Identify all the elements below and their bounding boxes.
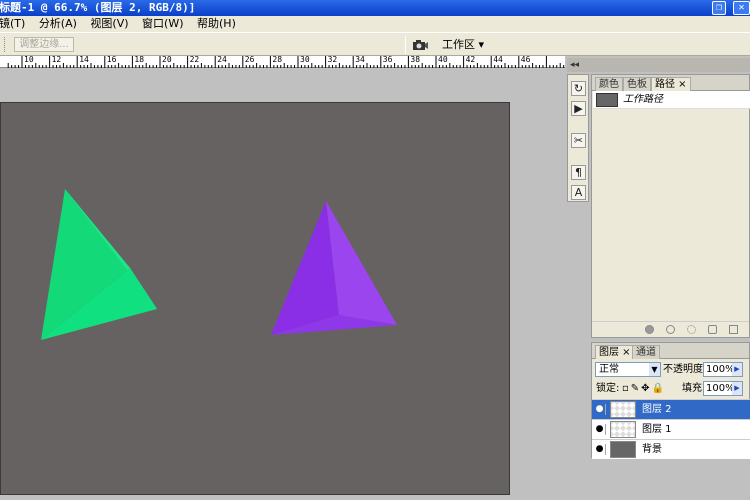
ruler-label: 38: [410, 55, 421, 64]
close-button[interactable]: ✕: [733, 1, 750, 15]
tab-paths[interactable]: 路径 ×: [651, 77, 691, 91]
ruler-label: 32: [327, 55, 338, 64]
workspace-menu[interactable]: 工作区 ▾: [442, 37, 484, 53]
blend-mode-select[interactable]: 正常 ▼: [595, 362, 661, 377]
fill-label: 填充:: [682, 383, 706, 394]
collapsed-panel-strip: ↻ ▶ ✂ ¶ A: [567, 74, 589, 202]
ruler-label: 34: [355, 55, 365, 64]
eye-icon[interactable]: ●: [594, 444, 606, 455]
document-canvas[interactable]: [0, 102, 510, 495]
lock-icons[interactable]: ▫✎✥🔒: [622, 381, 666, 396]
fill-value: 100%: [706, 383, 735, 394]
collapse-dock-icon[interactable]: ◂◂: [570, 58, 579, 72]
make-work-path-icon[interactable]: [708, 325, 717, 334]
ruler-label: 20: [162, 55, 172, 64]
layers-panel: 图层 × 通道 正常 ▼ 不透明度: 100% ▶ 锁定: ▫✎✥🔒 填充: 1…: [591, 342, 750, 459]
menu-window[interactable]: 窗口(W): [142, 16, 183, 32]
paragraph-icon[interactable]: ¶: [571, 165, 586, 180]
options-bar: 调整边缘... 工作区 ▾: [0, 32, 750, 56]
eye-icon[interactable]: ●: [594, 424, 606, 435]
options-grip[interactable]: [4, 37, 6, 52]
title-bar: 未标题-1 @ 66.7% (图层 2, RGB/8)] ❐ ✕: [0, 0, 750, 16]
actions-icon[interactable]: ▶: [571, 101, 586, 116]
layer-name: 图层 2: [642, 404, 672, 415]
work-path-row[interactable]: 工作路径: [593, 91, 750, 109]
tab-color[interactable]: 颜色: [595, 77, 623, 91]
tab-channels[interactable]: 通道: [632, 345, 660, 359]
camera-icon[interactable]: [412, 39, 428, 51]
chevron-right-icon[interactable]: ▶: [732, 382, 742, 395]
character-icon[interactable]: A: [571, 185, 586, 200]
tab-swatches[interactable]: 色板: [623, 77, 651, 91]
fill-path-icon[interactable]: [645, 325, 654, 334]
history-icon[interactable]: ↻: [571, 81, 586, 96]
layer-row-layer-2[interactable]: ● 图层 2: [592, 399, 750, 419]
layer-thumbnail: [610, 441, 636, 458]
layer-name: 图层 1: [642, 424, 672, 435]
layer-row-layer-1[interactable]: ● 图层 1: [592, 419, 750, 439]
ruler-label: 30: [300, 55, 310, 64]
ruler-label: 10: [24, 55, 34, 64]
menu-filter[interactable]: 滤镜(T): [0, 16, 25, 32]
new-path-icon[interactable]: [729, 325, 738, 334]
menu-view[interactable]: 视图(V): [90, 16, 128, 32]
opacity-label: 不透明度:: [663, 364, 707, 375]
ruler-label: 24: [217, 55, 227, 64]
paths-panel-tabs: 颜色 色板 路径 ×: [592, 75, 749, 91]
photoshop-window: 未标题-1 @ 66.7% (图层 2, RGB/8)] ❐ ✕ 滤镜(T) 分…: [0, 0, 750, 500]
ruler-label: 14: [79, 55, 89, 64]
lock-label: 锁定:: [596, 383, 620, 394]
fill-field[interactable]: 100% ▶: [703, 381, 743, 396]
paths-panel: 颜色 色板 路径 × 工作路径: [591, 74, 750, 338]
window-title: 未标题-1 @ 66.7% (图层 2, RGB/8)]: [0, 1, 196, 14]
tab-layers[interactable]: 图层 ×: [595, 345, 635, 359]
path-thumbnail: [596, 93, 618, 107]
layers-panel-tabs: 图层 × 通道: [592, 343, 749, 359]
green-pyramid[interactable]: [41, 189, 157, 340]
ruler-label: 16: [106, 55, 117, 64]
purple-pyramid[interactable]: [271, 201, 397, 335]
ruler-label: 46: [520, 55, 531, 64]
layer-row-background[interactable]: ● 背景: [592, 439, 750, 459]
chevron-down-icon: ▼: [649, 363, 660, 376]
stroke-path-icon[interactable]: [666, 325, 675, 334]
ruler-label: 42: [465, 55, 476, 64]
work-path-name: 工作路径: [623, 94, 663, 105]
ruler-label: 40: [438, 55, 448, 64]
menu-analysis[interactable]: 分析(A): [39, 16, 77, 32]
ruler-label: 22: [189, 55, 200, 64]
ruler-label: 26: [244, 55, 255, 64]
ruler-label: 18: [134, 55, 145, 64]
restore-button[interactable]: ❐: [712, 1, 726, 15]
menu-help[interactable]: 帮助(H): [197, 16, 236, 32]
options-divider: [405, 36, 406, 54]
paths-panel-footer: [592, 321, 749, 337]
refine-edge-button[interactable]: 调整边缘...: [14, 37, 74, 52]
layer-thumbnail: [610, 421, 636, 438]
blend-mode-value: 正常: [599, 364, 619, 375]
ruler-label: 36: [382, 55, 393, 64]
load-selection-icon[interactable]: [687, 325, 696, 334]
eye-icon[interactable]: ●: [594, 404, 606, 415]
opacity-value: 100%: [706, 364, 735, 375]
dock-header[interactable]: ◂◂: [567, 58, 750, 72]
tool-presets-icon[interactable]: ✂: [571, 133, 586, 148]
opacity-field[interactable]: 100% ▶: [703, 362, 743, 377]
layer-name: 背景: [642, 444, 662, 455]
canvas-artwork: [41, 189, 397, 340]
ruler-label: 12: [51, 55, 62, 64]
menu-bar: 滤镜(T) 分析(A) 视图(V) 窗口(W) 帮助(H): [0, 16, 750, 32]
layer-thumbnail: [610, 401, 636, 418]
horizontal-ruler[interactable]: 10 12 14 16 18 20 22 24 26 28 30 32 34 36 38 40 42 44 46: [0, 56, 565, 68]
ruler-label: 28: [272, 55, 283, 64]
ruler-label: 44: [493, 55, 503, 64]
chevron-right-icon[interactable]: ▶: [732, 363, 742, 376]
